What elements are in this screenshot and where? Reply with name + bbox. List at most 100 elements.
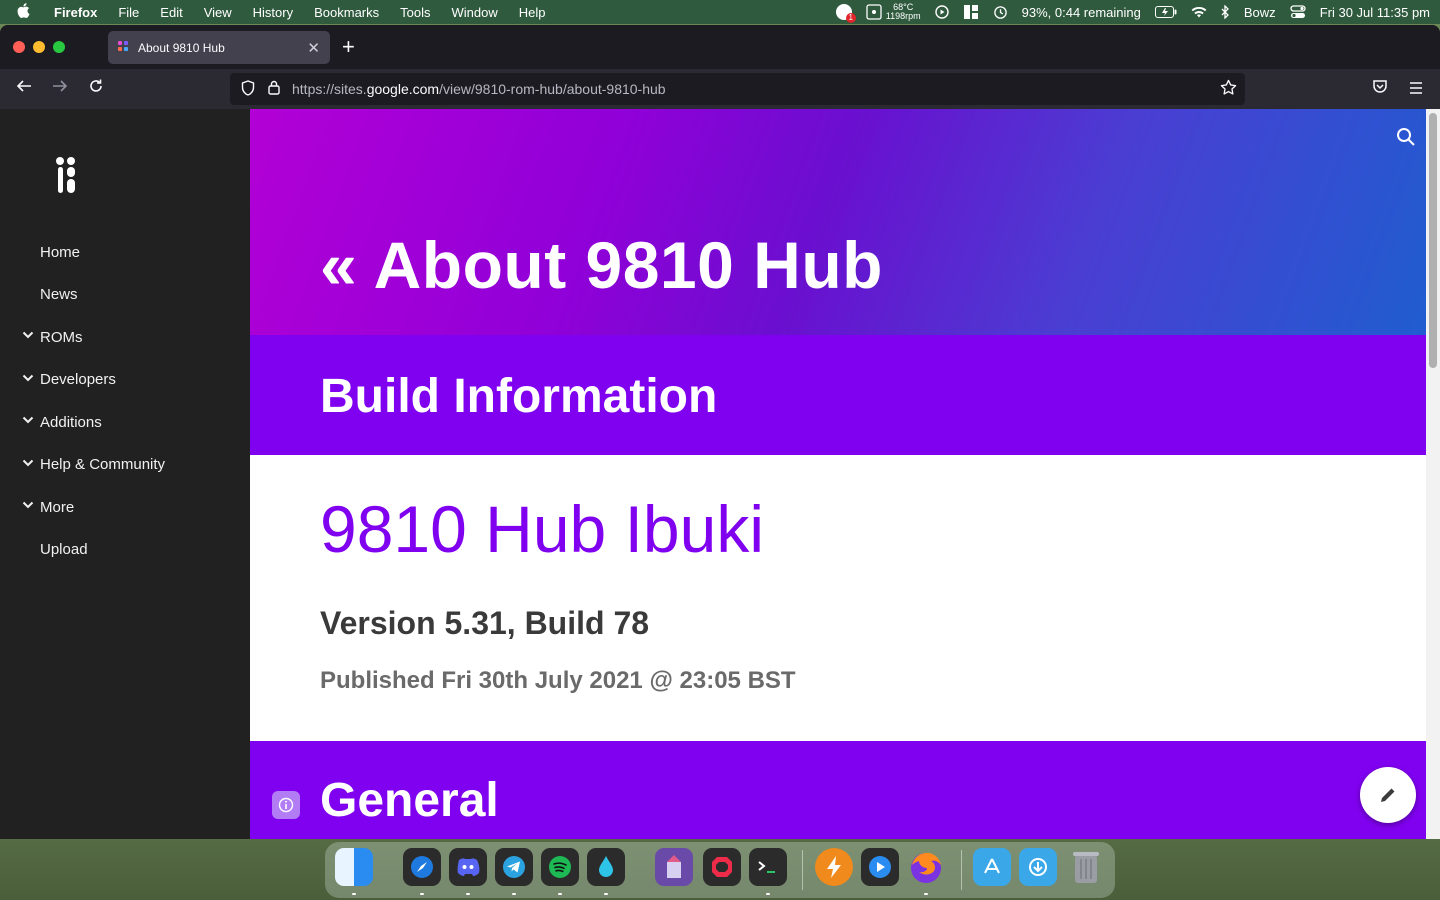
nav-item-label: Additions (40, 413, 102, 431)
scrollbar-thumb[interactable] (1429, 113, 1437, 368)
chevron-down-icon[interactable] (22, 457, 34, 469)
back-arrow-icon[interactable] (12, 78, 36, 98)
trash-icon[interactable] (1067, 848, 1105, 886)
safari-icon[interactable] (403, 848, 441, 886)
chevron-down-icon[interactable] (22, 499, 34, 511)
firefox-icon[interactable] (907, 848, 945, 886)
nav-item-more[interactable]: More (0, 486, 250, 529)
build-name: 9810 Hub Ibuki (320, 492, 764, 566)
menu-app-name[interactable]: Firefox (54, 5, 97, 20)
web-page: Home News ROMs Developers Additions Help… (0, 109, 1440, 839)
url-path: /view/9810-rom-hub/about-9810-hub (439, 81, 666, 97)
reeder-bolt-icon[interactable] (815, 848, 853, 886)
menu-file[interactable]: File (118, 5, 139, 20)
build-information-section: Build Information (250, 335, 1440, 455)
apple-icon[interactable] (10, 2, 36, 22)
notification-count: 1 (845, 13, 856, 23)
build-details-section: 9810 Hub Ibuki Version 5.31, Build 78 Pu… (250, 455, 1440, 741)
discord-icon[interactable] (449, 848, 487, 886)
nav-item-additions[interactable]: Additions (0, 401, 250, 444)
nav-item-news[interactable]: News (0, 274, 250, 317)
bluetooth-icon[interactable] (1221, 5, 1230, 19)
time-machine-icon[interactable] (993, 5, 1008, 20)
telegram-icon[interactable] (495, 848, 533, 886)
zoom-window-button[interactable] (53, 41, 65, 53)
drop-icon[interactable] (587, 848, 625, 886)
system-monitor[interactable]: 68°C 1198rpm (866, 3, 921, 21)
chevron-down-icon[interactable] (22, 414, 34, 426)
nav-item-label: Developers (40, 371, 116, 389)
terminal-icon[interactable] (749, 848, 787, 886)
reload-icon[interactable] (84, 78, 108, 98)
page-title[interactable]: « About 9810 Hub (320, 227, 883, 303)
tab-about-9810-hub[interactable]: About 9810 Hub ✕ (108, 31, 330, 64)
nav-list: Home News ROMs Developers Additions Help… (0, 231, 250, 571)
page-scrollbar[interactable] (1426, 109, 1440, 839)
lock-icon[interactable] (266, 80, 282, 98)
pencil-icon (1381, 787, 1396, 802)
menu-tools[interactable]: Tools (400, 5, 430, 20)
menu-bookmarks[interactable]: Bookmarks (314, 5, 379, 20)
fan-icon (866, 4, 882, 20)
close-tab-icon[interactable]: ✕ (307, 39, 320, 57)
browser-window: About 9810 Hub ✕ + https://sites.google.… (0, 25, 1440, 839)
nav-item-label: Home (40, 243, 81, 261)
downloads-folder-icon[interactable] (1019, 848, 1057, 886)
battery-status[interactable]: 93%, 0:44 remaining (1022, 5, 1141, 20)
new-tab-button[interactable]: + (342, 35, 355, 59)
nav-item-developers[interactable]: Developers (0, 359, 250, 402)
build-information-heading: Build Information (320, 370, 718, 423)
media-player-icon[interactable] (861, 848, 899, 886)
forward-arrow-icon[interactable] (48, 78, 72, 98)
play-circle-icon[interactable] (934, 5, 949, 19)
nav-item-roms[interactable]: ROMs (0, 316, 250, 359)
url-prefix: https://sites. (292, 81, 367, 97)
clock[interactable]: Fri 30 Jul 11:35 pm (1320, 5, 1430, 20)
site-logo[interactable] (54, 157, 78, 195)
url-bar[interactable]: https://sites.google.com/view/9810-rom-h… (230, 73, 1245, 105)
site-favicon-icon (118, 40, 130, 55)
nav-item-upload[interactable]: Upload (0, 529, 250, 572)
main-content: « About 9810 Hub Build Information 9810 … (250, 109, 1440, 839)
nav-item-label: News (40, 286, 78, 304)
notification-app-icon[interactable]: 1 (835, 4, 856, 23)
chevron-down-icon[interactable] (22, 372, 34, 384)
spotify-icon[interactable] (541, 848, 579, 886)
edit-page-button[interactable] (1360, 767, 1416, 823)
status-area: 1 68°C 1198rpm 93%, 0:44 remaining Bowz F… (835, 3, 1430, 23)
bookmark-star-icon[interactable] (1220, 79, 1237, 101)
menu-help[interactable]: Help (519, 5, 546, 20)
control-center-icon[interactable] (1290, 5, 1306, 19)
wifi-icon[interactable] (1191, 6, 1207, 18)
build-version: Version 5.31, Build 78 (320, 605, 650, 641)
menu-history[interactable]: History (253, 5, 293, 20)
url-text[interactable]: https://sites.google.com/view/9810-rom-h… (292, 81, 666, 97)
navigation-toolbar: https://sites.google.com/view/9810-rom-h… (0, 69, 1440, 109)
search-icon[interactable] (1396, 127, 1416, 147)
close-window-button[interactable] (13, 41, 25, 53)
chevron-down-icon[interactable] (22, 329, 34, 341)
general-heading: General (320, 774, 499, 827)
hamburger-menu-icon[interactable] (1404, 78, 1428, 98)
nav-item-label: Help & Community (40, 456, 166, 474)
nav-item-help-community[interactable]: Help & Community (0, 444, 250, 487)
battery-icon (1154, 6, 1177, 18)
minimize-window-button[interactable] (33, 41, 45, 53)
menu-edit[interactable]: Edit (160, 5, 182, 20)
user-name[interactable]: Bowz (1244, 5, 1276, 20)
menu-view[interactable]: View (204, 5, 232, 20)
tracking-protection-shield-icon[interactable] (240, 79, 256, 99)
castle-game-icon[interactable] (655, 848, 693, 886)
info-icon[interactable] (272, 791, 300, 819)
general-section: General (250, 741, 1440, 839)
opera-like-icon[interactable] (703, 848, 741, 886)
nav-item-home[interactable]: Home (0, 231, 250, 274)
battery-text: 93%, 0:44 remaining (1021, 4, 1141, 20)
menu-window[interactable]: Window (452, 5, 498, 20)
window-layout-icon[interactable] (963, 4, 979, 20)
fan-speed-readout: 1198rpm (885, 11, 921, 21)
applications-folder-icon[interactable] (973, 848, 1011, 886)
pocket-icon[interactable] (1368, 78, 1392, 98)
finder-icon[interactable] (335, 848, 373, 886)
publish-date: Published Fri 30th July 2021 @ 23:05 BST (320, 667, 796, 694)
